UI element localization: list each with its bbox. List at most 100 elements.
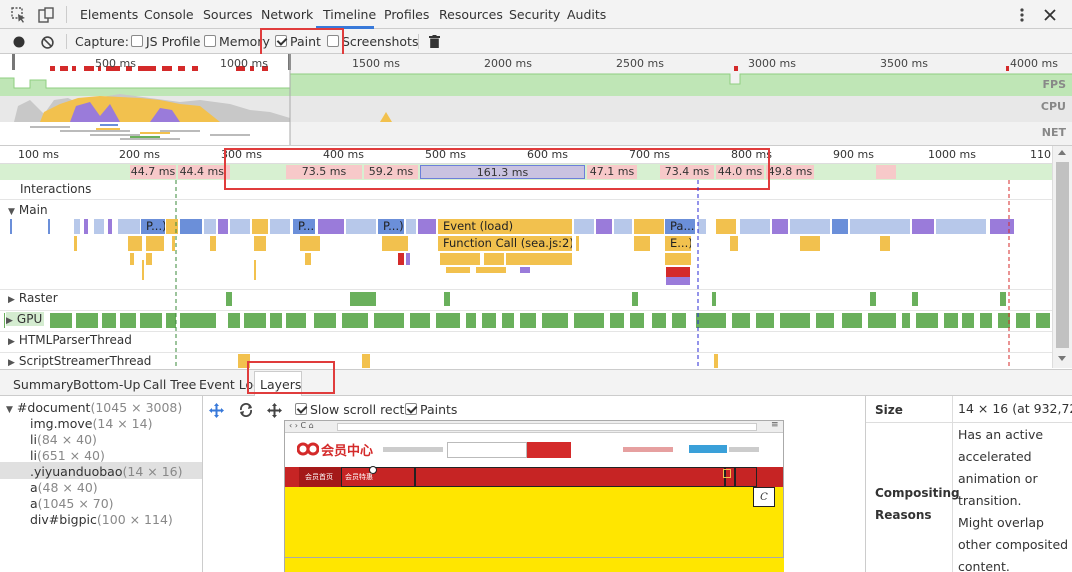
preview-header: 会员中心 — [285, 433, 783, 465]
more-options-icon[interactable] — [1012, 5, 1032, 25]
tree-item-size: (14 × 16) — [122, 464, 183, 479]
compositing-reasons-label: Compositing Reasons — [875, 482, 960, 526]
pan-mode-icon[interactable] — [207, 401, 225, 419]
reason-line: animation or — [958, 471, 1038, 486]
scriptstreamer-track-label[interactable]: ▶ ScriptStreamerThread — [8, 354, 151, 368]
collapse-triangle-icon[interactable]: ▶ — [8, 337, 15, 347]
tab-summary[interactable]: Summary — [13, 377, 73, 392]
js-profile-label: JS Profile — [146, 34, 201, 49]
tree-item-a[interactable]: a(1045 × 70) — [30, 496, 114, 511]
tab-network[interactable]: Network — [261, 7, 313, 22]
inspect-element-icon[interactable] — [9, 5, 29, 25]
tree-item-img-move[interactable]: img.move(14 × 14) — [30, 416, 152, 431]
frame-bar[interactable]: 44.4 ms — [178, 165, 230, 179]
slow-scroll-rects-label: Slow scroll rects — [310, 402, 411, 417]
page-preview[interactable]: ‹ › C ⌂ ≡ 会员中心 会员首页 会员特惠 C — [284, 420, 784, 558]
tree-item-name: #document — [16, 400, 91, 415]
preview-badge — [689, 445, 727, 453]
main-event-p2[interactable]: P...) — [293, 219, 315, 233]
tab-sources[interactable]: Sources — [203, 7, 252, 22]
tree-item-a[interactable]: a(48 × 40) — [30, 480, 98, 495]
tab-security[interactable]: Security — [509, 7, 560, 22]
htmlparser-track-text: HTMLParserThread — [18, 333, 132, 347]
tab-resources[interactable]: Resources — [439, 7, 503, 22]
tree-item-document[interactable]: ▼ #document(1045 × 3008) — [6, 400, 182, 415]
flamechart-scrollbar[interactable] — [1052, 146, 1072, 368]
collapse-triangle-icon[interactable]: ▶ — [6, 316, 13, 326]
tab-profiles[interactable]: Profiles — [384, 7, 429, 22]
preview-link-placeholder — [729, 447, 759, 452]
tree-item-name: li — [30, 432, 37, 447]
tab-audits[interactable]: Audits — [567, 7, 606, 22]
reset-transform-icon[interactable] — [265, 401, 283, 419]
collapse-triangle-icon[interactable]: ▶ — [8, 358, 15, 368]
overview-tick: 4000 ms — [1010, 57, 1058, 70]
frame-bar[interactable]: 44.7 ms — [130, 165, 176, 179]
tab-timeline[interactable]: Timeline — [323, 7, 376, 22]
expand-triangle-icon[interactable]: ▼ — [8, 207, 15, 217]
gpu-track-label[interactable]: ▶ GPU — [6, 312, 45, 326]
screenshots-label: Screenshots — [342, 34, 419, 49]
main-track-label[interactable]: ▼ Main — [8, 203, 48, 217]
preview-browser-bar: ‹ › C ⌂ ≡ — [285, 421, 783, 433]
compositing-label-line2: Reasons — [875, 508, 932, 522]
preview-lower-yellow — [284, 558, 784, 572]
overview-tick: 1000 ms — [220, 57, 268, 70]
close-devtools-icon[interactable] — [1040, 5, 1060, 25]
scriptstreamer-track-text: ScriptStreamerThread — [18, 354, 152, 368]
tab-bottom-up[interactable]: Bottom-Up — [73, 377, 140, 392]
tree-item-size: (48 × 40) — [37, 480, 98, 495]
tab-elements[interactable]: Elements — [80, 7, 138, 22]
overview-tick: 500 ms — [95, 57, 136, 70]
expand-triangle-icon[interactable]: ▼ — [6, 405, 13, 415]
trash-icon[interactable] — [426, 33, 442, 50]
memory-checkbox[interactable] — [204, 35, 216, 47]
preview-selected-layer — [723, 469, 731, 478]
reason-line: content. — [958, 559, 1010, 572]
layers-tree: ▼ #document(1045 × 3008) img.move(14 × 14… — [0, 396, 203, 572]
tree-item-li[interactable]: li(651 × 40) — [30, 448, 105, 463]
raster-track-label[interactable]: ▶ Raster — [8, 291, 58, 305]
main-event-e[interactable]: E...) — [665, 236, 691, 250]
paints-checkbox[interactable] — [405, 403, 417, 415]
reason-line: other composited — [958, 537, 1069, 552]
rotate-mode-icon[interactable] — [237, 401, 255, 419]
main-event-p3[interactable]: P...) — [378, 219, 404, 233]
main-event-pa[interactable]: Pa...) — [665, 219, 695, 233]
scroll-down-icon[interactable] — [1058, 356, 1066, 361]
preview-nav-placeholder — [383, 447, 443, 452]
js-profile-checkbox[interactable] — [131, 35, 143, 47]
preview-bigpic-layer: C — [753, 487, 775, 507]
tree-item-yiyuanduobao[interactable]: .yiyuanduobao(14 × 16) — [30, 464, 183, 479]
size-label: Size — [875, 403, 903, 417]
main-event-event-load[interactable]: Event (load) — [438, 219, 572, 233]
main-event-p1[interactable]: P...) — [141, 219, 165, 233]
tree-item-name: .yiyuanduobao — [30, 464, 123, 479]
scrollbar-thumb[interactable] — [1056, 162, 1069, 348]
preview-address — [337, 423, 757, 431]
device-mode-icon[interactable] — [36, 5, 56, 25]
preview-layer-outline — [415, 467, 725, 487]
tree-item-name: li — [30, 448, 37, 463]
tree-item-li[interactable]: li(84 × 40) — [30, 432, 97, 447]
tree-item-name: a — [30, 496, 38, 511]
frame-bar[interactable]: 49.8 ms — [766, 165, 814, 179]
ruler-tick: 1000 ms — [928, 148, 976, 161]
tab-call-tree[interactable]: Call Tree — [143, 377, 196, 392]
record-icon[interactable] — [10, 33, 28, 51]
raster-track-text: Raster — [18, 291, 58, 305]
scroll-up-icon[interactable] — [1058, 150, 1066, 155]
collapse-triangle-icon[interactable]: ▶ — [8, 295, 15, 305]
preview-search-box — [447, 442, 527, 458]
layers-viewport[interactable]: Slow scroll rects Paints ‹ › C ⌂ ≡ 会员中心 … — [203, 396, 865, 572]
main-event-function-call[interactable]: Function Call (sea.js:2) — [438, 236, 572, 250]
slow-scroll-rects-checkbox[interactable] — [295, 403, 307, 415]
preview-logo-text: 会员中心 — [321, 444, 374, 459]
frame-bar[interactable] — [876, 165, 896, 179]
reason-line: transition. — [958, 493, 1022, 508]
htmlparser-track-label[interactable]: ▶ HTMLParserThread — [8, 333, 132, 347]
interactions-track-label: Interactions — [20, 182, 92, 196]
tree-item-div-bigpic[interactable]: div#bigpic(100 × 114) — [30, 512, 173, 527]
clear-icon[interactable] — [38, 33, 56, 51]
tab-console[interactable]: Console — [144, 7, 194, 22]
